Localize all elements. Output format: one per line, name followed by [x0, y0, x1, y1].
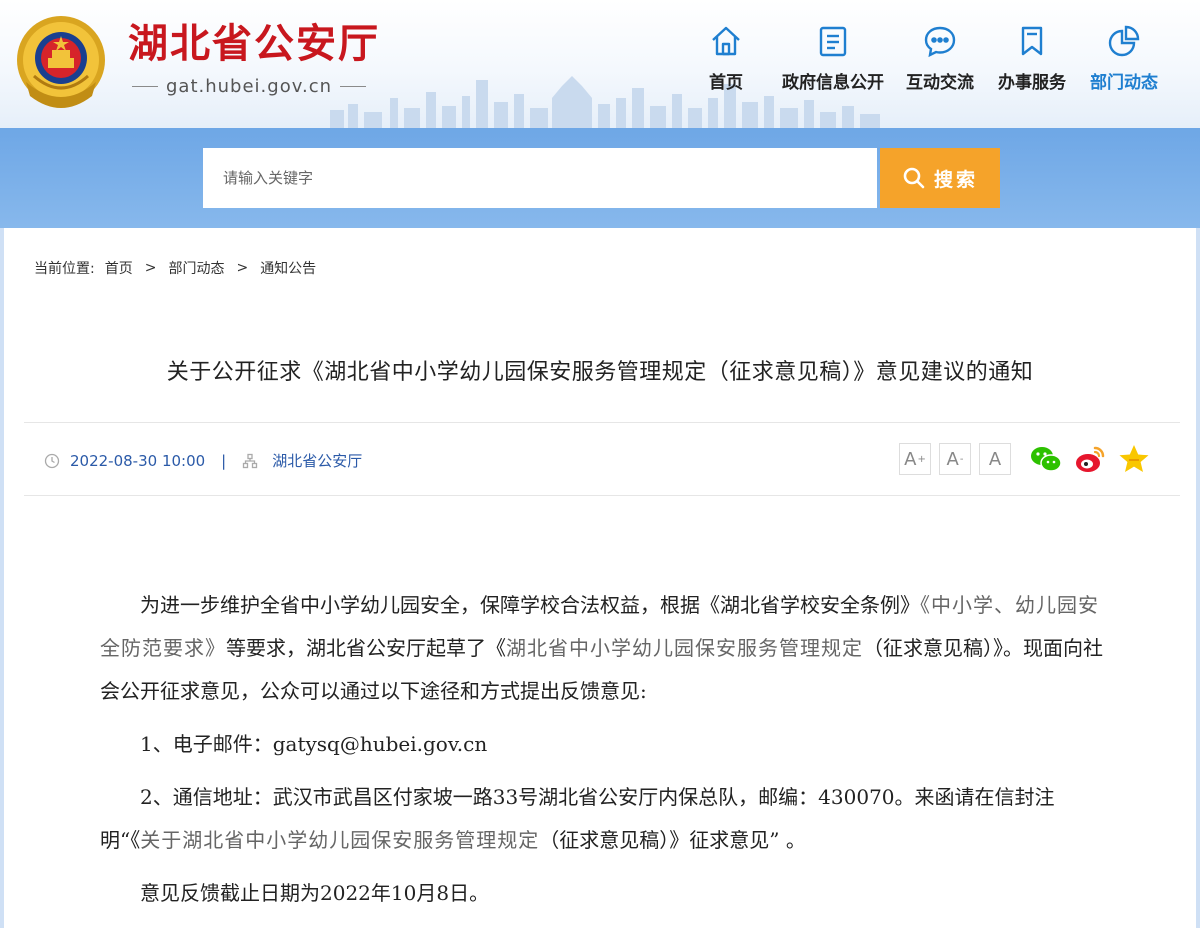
search-band: 搜索	[0, 128, 1200, 228]
nav-item-interaction[interactable]: 互动交流	[894, 24, 986, 93]
breadcrumb-separator: >	[144, 260, 157, 276]
meta-divider-top	[24, 422, 1180, 423]
article-source: 湖北省公安厅	[272, 452, 363, 470]
site-header: 湖北省公安厅 gat.hubei.gov.cn 首页 政府信息公开 互动交流 办…	[0, 0, 1200, 128]
paragraph-2: 1、电子邮件：gatysq@hubei.gov.cn	[140, 732, 488, 756]
police-emblem-logo	[17, 16, 105, 108]
main-nav: 首页 政府信息公开 互动交流 办事服务 部门动态	[680, 24, 1170, 93]
font-decrease-button[interactable]: A-	[939, 443, 971, 475]
document-list-icon	[819, 26, 847, 57]
org-chart-icon	[243, 453, 258, 468]
bookmark-icon	[1021, 26, 1043, 56]
meta-divider: |	[221, 451, 227, 470]
article-title: 关于公开征求《湖北省中小学幼儿园保安服务管理规定（征求意见稿）》意见建议的通知	[166, 360, 1034, 385]
paragraph-text: 为进一步维护全省中小学幼儿园安全，保障学校合法权益，根据《湖北省学校安全条例》	[140, 593, 920, 617]
divider-line-right	[340, 86, 366, 87]
article-tools: A + A- A	[899, 442, 1151, 476]
pie-chart-icon	[1108, 25, 1140, 57]
paragraph-text: （征求意见稿）》征求意见” 。	[539, 828, 806, 852]
paragraph-3: 2、通信地址：武汉市武昌区付家坡一路33号湖北省公安厅内保总队，邮编：43007…	[100, 776, 1110, 862]
clock-icon	[44, 453, 60, 468]
search-input[interactable]	[203, 148, 877, 208]
search-icon	[903, 167, 925, 189]
search-button-label: 搜索	[933, 168, 978, 191]
breadcrumb-item-dept-news[interactable]: 部门动态	[168, 258, 224, 278]
paragraph-text-quoted: 关于湖北省中小学幼儿园保安服务管理规定	[140, 828, 540, 852]
nav-label: 互动交流	[906, 73, 974, 93]
paragraph-4: 意见反馈截止日期为2022年10月8日。	[140, 881, 490, 905]
nav-label: 部门动态	[1090, 73, 1158, 93]
favorite-star-icon[interactable]	[1117, 442, 1151, 476]
nav-label: 首页	[709, 73, 743, 93]
chat-bubble-icon	[924, 26, 956, 58]
nav-label: 办事服务	[998, 73, 1066, 93]
nav-label: 政府信息公开	[782, 73, 884, 93]
paragraph-1: 为进一步维护全省中小学幼儿园安全，保障学校合法权益，根据《湖北省学校安全条例》《…	[100, 584, 1110, 713]
article-body: 为进一步维护全省中小学幼儿园安全，保障学校合法权益，根据《湖北省学校安全条例》《…	[100, 584, 1110, 925]
site-url: gat.hubei.gov.cn	[166, 76, 332, 97]
font-reset-button[interactable]: A	[979, 443, 1011, 475]
font-increase-button[interactable]: A +	[899, 443, 931, 475]
search-button[interactable]: 搜索	[880, 148, 1000, 208]
breadcrumb-item-notices[interactable]: 通知公告	[260, 258, 316, 278]
site-url-row: gat.hubei.gov.cn	[132, 76, 366, 97]
wechat-icon[interactable]	[1029, 442, 1063, 476]
divider-line-left	[132, 86, 158, 87]
paragraph-text-quoted: 湖北省中小学幼儿园保安服务管理规定	[506, 636, 863, 660]
breadcrumb-item-home[interactable]: 首页	[105, 258, 133, 278]
nav-item-gov-info[interactable]: 政府信息公开	[772, 24, 894, 93]
nav-item-services[interactable]: 办事服务	[986, 24, 1078, 93]
breadcrumb-prefix: 当前位置:	[34, 261, 95, 277]
publish-date: 2022-08-30 10:00	[70, 451, 206, 470]
meta-divider-bottom	[24, 495, 1180, 496]
site-title: 湖北省公安厅	[128, 21, 380, 67]
paragraph-text: 等要求，湖北省公安厅起草了《	[226, 636, 506, 660]
nav-item-dept-news[interactable]: 部门动态	[1078, 24, 1170, 93]
breadcrumb: 当前位置: 首页 > 部门动态 > 通知公告	[34, 258, 316, 278]
nav-item-home[interactable]: 首页	[680, 24, 772, 93]
home-icon	[712, 26, 740, 56]
breadcrumb-separator: >	[236, 260, 249, 276]
article-meta: 2022-08-30 10:00 | 湖北省公安厅	[44, 450, 362, 471]
weibo-icon[interactable]	[1073, 442, 1107, 476]
article-card: 当前位置: 首页 > 部门动态 > 通知公告 关于公开征求《湖北省中小学幼儿园保…	[4, 228, 1196, 928]
